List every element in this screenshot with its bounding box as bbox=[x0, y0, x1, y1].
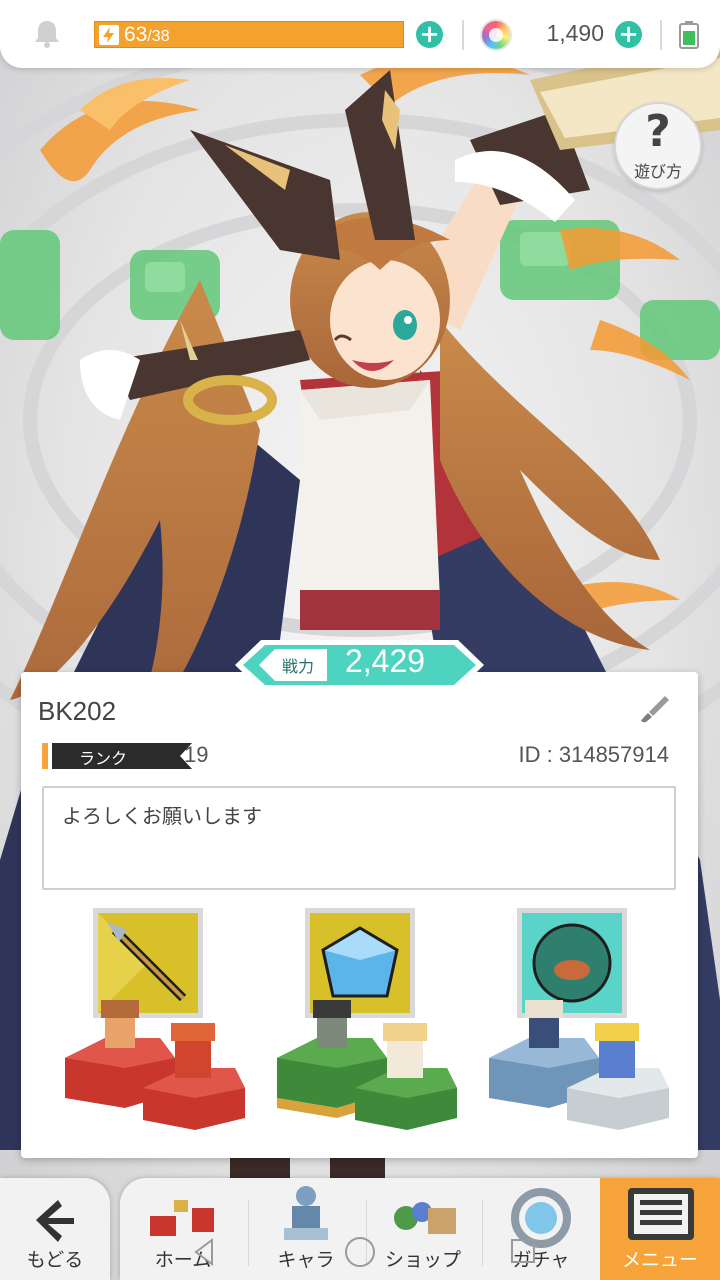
help-label: 遊び方 bbox=[633, 162, 682, 181]
nav-tabs: ホーム キャラ ショップ ガチャ メニュー bbox=[120, 1178, 720, 1280]
chara-label: キャラ bbox=[277, 1249, 335, 1271]
party-slot-1[interactable] bbox=[65, 908, 255, 1138]
question-icon: ? bbox=[645, 106, 671, 157]
profile-card: BK202 ランク 19 ID : 314857914 よろしくお願いします bbox=[21, 672, 698, 1158]
gem-icon bbox=[480, 19, 512, 51]
tab-gacha[interactable]: ガチャ bbox=[482, 1178, 600, 1280]
tab-home[interactable]: ホーム bbox=[120, 1178, 246, 1280]
stamina-current: 63 bbox=[124, 23, 148, 46]
bell-icon[interactable] bbox=[30, 17, 64, 51]
battery-icon bbox=[679, 21, 699, 49]
gem-count: 1,490 bbox=[546, 20, 604, 46]
stamina-max: /38 bbox=[147, 28, 170, 45]
home-label: ホーム bbox=[154, 1249, 212, 1271]
status-header: 63/38 + 1,490 + bbox=[0, 0, 720, 68]
party-slot-3[interactable] bbox=[489, 908, 679, 1138]
user-id: ID : 314857914 bbox=[518, 742, 669, 767]
menu-label: メニュー bbox=[621, 1249, 698, 1271]
tab-menu[interactable]: メニュー bbox=[600, 1178, 720, 1280]
power-value: 2,429 bbox=[344, 643, 426, 679]
help-button[interactable]: ? 遊び方 bbox=[614, 102, 702, 190]
comment-box[interactable]: よろしくお願いします bbox=[42, 786, 676, 890]
gacha-label: ガチャ bbox=[512, 1249, 570, 1271]
bottom-nav: もどる ホーム キャラ ショップ ガチャ メニュー bbox=[0, 1178, 720, 1280]
party-slot-2[interactable] bbox=[277, 908, 467, 1138]
tab-chara[interactable]: キャラ bbox=[248, 1178, 364, 1280]
tab-shop[interactable]: ショップ bbox=[366, 1178, 480, 1280]
add-gems-button[interactable]: + bbox=[615, 21, 642, 48]
back-button[interactable]: もどる bbox=[0, 1178, 110, 1280]
edit-brush-icon[interactable] bbox=[637, 692, 671, 726]
character-pedestal-blue bbox=[489, 1000, 669, 1130]
divider bbox=[462, 20, 464, 50]
rank-value: 19 bbox=[184, 742, 209, 767]
add-stamina-button[interactable]: + bbox=[416, 21, 443, 48]
stamina-bar: 63/38 bbox=[94, 21, 404, 48]
divider bbox=[660, 20, 662, 50]
lightning-icon bbox=[99, 25, 119, 45]
back-label: もどる bbox=[26, 1249, 84, 1271]
rank-label: ランク bbox=[79, 749, 128, 768]
stamina-text: 63/38 bbox=[124, 23, 170, 47]
character-pedestal-red bbox=[65, 1000, 245, 1130]
player-name: BK202 bbox=[38, 696, 117, 726]
shop-label: ショップ bbox=[384, 1249, 461, 1271]
character-pedestal-green bbox=[277, 1000, 457, 1130]
power-label: 戦力 bbox=[282, 657, 315, 676]
comment-text: よろしくお願いします bbox=[62, 804, 262, 828]
